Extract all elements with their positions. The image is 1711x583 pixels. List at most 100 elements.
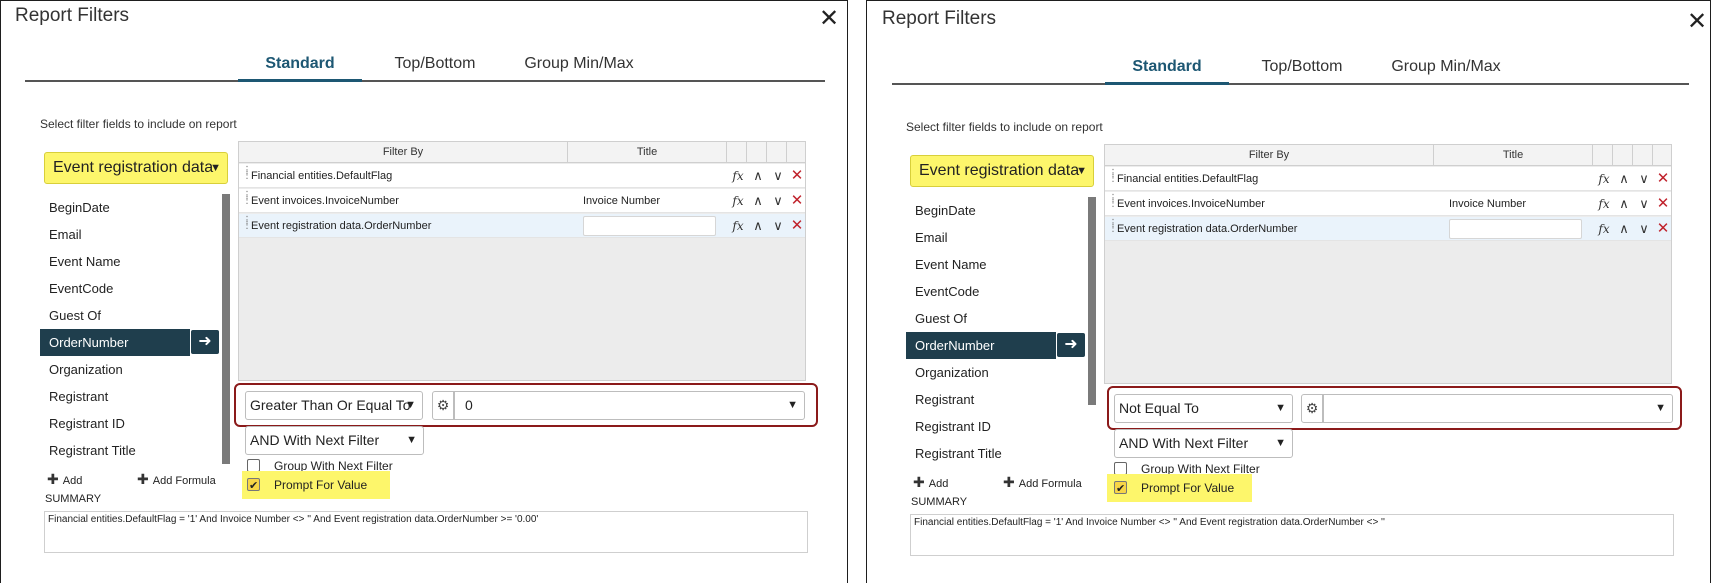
add-field-arrow-button[interactable]: ➜ [191, 330, 219, 354]
delete-icon[interactable]: ✕ [788, 214, 806, 238]
title-input[interactable] [583, 216, 716, 236]
tab-top-bottom[interactable]: Top/Bottom [375, 48, 495, 82]
title-input[interactable] [1449, 219, 1582, 239]
field-item-begindate[interactable]: BeginDate [40, 194, 228, 221]
field-item-begindate[interactable]: BeginDate [906, 197, 1094, 224]
formula-icon[interactable]: fx [1595, 217, 1613, 241]
conjunction-select[interactable]: AND With Next Filter ▼ [1114, 429, 1293, 458]
field-item-event-name[interactable]: Event Name [40, 248, 228, 275]
formula-icon[interactable]: fx [1595, 192, 1613, 216]
prompt-for-value-checkbox[interactable] [247, 476, 260, 496]
title-cell[interactable]: Invoice Number [575, 191, 725, 211]
field-item-registrant[interactable]: Registrant [906, 386, 1094, 413]
move-up-icon[interactable]: ∧ [1615, 167, 1633, 191]
filter-field: Financial entities.DefaultFlag [251, 170, 393, 182]
instruction-text: Select filter fields to include on repor… [40, 117, 237, 131]
move-up-icon[interactable]: ∧ [1615, 217, 1633, 241]
move-up-icon[interactable]: ∧ [749, 189, 767, 213]
value-select[interactable]: ▼ [1323, 394, 1673, 423]
caret-down-icon: ▼ [787, 399, 798, 411]
grid-header: Filter By Title [239, 142, 805, 163]
field-item-registrant-title[interactable]: Registrant Title [40, 437, 228, 464]
tab-group-min-max[interactable]: Group Min/Max [1370, 51, 1522, 85]
caret-down-icon: ▼ [1655, 402, 1666, 414]
field-item-ordernumber[interactable]: OrderNumber [906, 332, 1056, 359]
field-item-email[interactable]: Email [906, 224, 1094, 251]
move-up-icon[interactable]: ∧ [749, 214, 767, 238]
gear-icon[interactable]: ⚙ [1301, 394, 1323, 423]
data-source-select[interactable]: Event registration data ▼ [44, 152, 228, 184]
table-row[interactable]: ⋮ ⋮ Event registration data.OrderNumber f… [1105, 217, 1671, 241]
title-cell[interactable] [1434, 169, 1593, 189]
add-field-arrow-button[interactable]: ➜ [1057, 333, 1085, 357]
field-item-registrant-id[interactable]: Registrant ID [40, 410, 228, 437]
delete-icon[interactable]: ✕ [788, 189, 806, 213]
table-row[interactable]: ⋮ ⋮ Event registration data.OrderNumber f… [239, 214, 805, 238]
table-row[interactable]: ⋮ ⋮ Event invoices.InvoiceNumber Invoice … [1105, 192, 1671, 216]
add-button[interactable]: ✚ Add [913, 474, 948, 491]
field-item-email[interactable]: Email [40, 221, 228, 248]
field-item-guest-of[interactable]: Guest Of [906, 305, 1094, 332]
delete-icon[interactable]: ✕ [788, 164, 806, 188]
close-icon[interactable]: ✕ [819, 7, 839, 31]
field-item-eventcode[interactable]: EventCode [40, 275, 228, 302]
operator-select[interactable]: Greater Than Or Equal To ▼ [245, 391, 423, 420]
field-list: BeginDate Email Event Name EventCode Gue… [906, 197, 1094, 467]
column-header-filter-by: Filter By [239, 142, 568, 163]
value-select[interactable]: 0 ▼ [454, 391, 805, 420]
delete-icon[interactable]: ✕ [1654, 217, 1672, 241]
field-list-scrollbar[interactable] [1088, 197, 1096, 405]
field-item-registrant-title[interactable]: Registrant Title [906, 440, 1094, 467]
tab-standard[interactable]: Standard [238, 48, 362, 82]
prompt-for-value-option[interactable]: Prompt For Value [1114, 478, 1234, 499]
arrow-right-icon: ➜ [198, 333, 212, 350]
operator-select[interactable]: Not Equal To ▼ [1114, 394, 1293, 423]
formula-icon[interactable]: fx [729, 164, 747, 188]
filter-field: Event invoices.InvoiceNumber [1117, 198, 1265, 210]
field-item-eventcode[interactable]: EventCode [906, 278, 1094, 305]
add-button[interactable]: ✚ Add [47, 471, 82, 488]
table-row[interactable]: ⋮ ⋮ Financial entities.DefaultFlag fx ∧ ∨… [1105, 167, 1671, 191]
field-item-registrant-id[interactable]: Registrant ID [906, 413, 1094, 440]
conjunction-select[interactable]: AND With Next Filter ▼ [245, 426, 424, 455]
tab-standard[interactable]: Standard [1105, 51, 1229, 85]
instruction-text: Select filter fields to include on repor… [906, 120, 1103, 134]
tab-group-min-max[interactable]: Group Min/Max [503, 48, 655, 82]
field-item-event-name[interactable]: Event Name [906, 251, 1094, 278]
gear-icon[interactable]: ⚙ [432, 391, 454, 420]
delete-icon[interactable]: ✕ [1654, 192, 1672, 216]
move-down-icon[interactable]: ∨ [769, 164, 787, 188]
tab-top-bottom[interactable]: Top/Bottom [1242, 51, 1362, 85]
close-icon[interactable]: ✕ [1687, 10, 1707, 34]
move-down-icon[interactable]: ∨ [769, 214, 787, 238]
caret-down-icon: ▼ [406, 434, 417, 446]
field-item-organization[interactable]: Organization [906, 359, 1094, 386]
prompt-for-value-option[interactable]: Prompt For Value [247, 475, 368, 496]
title-cell[interactable] [568, 166, 727, 186]
prompt-for-value-checkbox[interactable] [1114, 479, 1127, 499]
formula-icon[interactable]: fx [1595, 167, 1613, 191]
move-down-icon[interactable]: ∨ [769, 189, 787, 213]
title-cell[interactable]: Invoice Number [1441, 194, 1591, 214]
table-row[interactable]: ⋮ ⋮ Financial entities.DefaultFlag fx ∧ ∨… [239, 164, 805, 188]
formula-icon[interactable]: fx [729, 214, 747, 238]
add-formula-button[interactable]: ✚ Add Formula [1003, 474, 1082, 491]
delete-icon[interactable]: ✕ [1654, 167, 1672, 191]
add-formula-button[interactable]: ✚ Add Formula [137, 471, 216, 488]
field-list-scrollbar[interactable] [222, 194, 230, 464]
move-down-icon[interactable]: ∨ [1635, 192, 1653, 216]
move-down-icon[interactable]: ∨ [1635, 217, 1653, 241]
move-down-icon[interactable]: ∨ [1635, 167, 1653, 191]
table-row[interactable]: ⋮ ⋮ Event invoices.InvoiceNumber Invoice … [239, 189, 805, 213]
field-item-guest-of[interactable]: Guest Of [40, 302, 228, 329]
formula-icon[interactable]: fx [729, 189, 747, 213]
field-item-organization[interactable]: Organization [40, 356, 228, 383]
column-header-title: Title [568, 142, 727, 163]
move-up-icon[interactable]: ∧ [1615, 192, 1633, 216]
data-source-select[interactable]: Event registration data ▼ [910, 155, 1094, 187]
move-up-icon[interactable]: ∧ [749, 164, 767, 188]
prompt-for-value-label: Prompt For Value [274, 478, 368, 492]
caret-down-icon: ▼ [1275, 402, 1286, 414]
field-item-ordernumber[interactable]: OrderNumber [40, 329, 190, 356]
field-item-registrant[interactable]: Registrant [40, 383, 228, 410]
